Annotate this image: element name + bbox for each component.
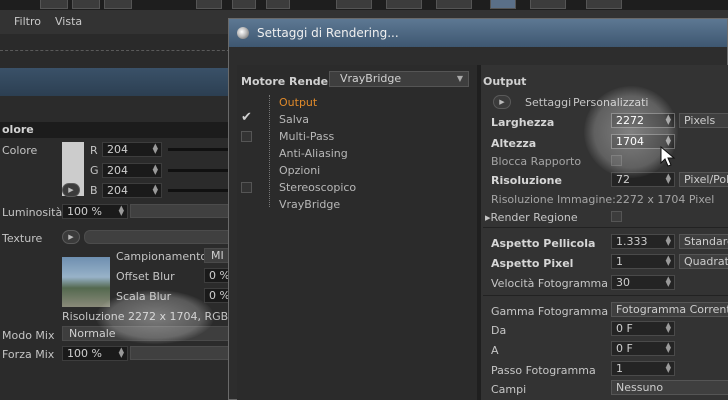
fields-select[interactable]: Nessuno xyxy=(611,380,728,395)
renderer-label: Motore Render xyxy=(241,75,334,88)
panel-grip[interactable] xyxy=(0,50,240,51)
section-title[interactable]: olore xyxy=(0,122,240,138)
dialog-titlebar[interactable]: Settaggi di Rendering... xyxy=(229,19,727,47)
b-field[interactable]: 204 ▲ ▼ xyxy=(102,183,162,198)
mix-mode-label: Modo Mix xyxy=(2,329,55,342)
tree-item-multipass[interactable]: Multi-Pass xyxy=(279,130,334,143)
tree-item-vraybridge[interactable]: VrayBridge xyxy=(279,198,340,211)
brightness-field[interactable]: 100 % ▲ ▼ xyxy=(62,204,128,219)
r-field[interactable]: 204 ▲ ▼ xyxy=(102,142,162,157)
film-aspect-select[interactable]: Standard xyxy=(679,234,728,249)
tree-item-stereoscopico[interactable]: Stereoscopico xyxy=(279,181,356,194)
render-settings-dialog: Settaggi di Rendering... Motore Render V… xyxy=(228,18,728,400)
output-header: Output xyxy=(483,75,527,88)
lock-ratio-checkbox[interactable] xyxy=(611,155,622,166)
divider xyxy=(483,227,728,228)
texture-label: Texture xyxy=(2,232,43,245)
toolbar-button[interactable] xyxy=(436,0,472,9)
texture-field[interactable] xyxy=(84,230,240,244)
width-label: Larghezza xyxy=(491,116,555,129)
g-label: G xyxy=(90,164,99,177)
mix-mode-select[interactable]: Normale xyxy=(62,326,240,341)
preset-menu-icon[interactable]: ▶ xyxy=(493,95,511,109)
offset-blur-label: Offset Blur xyxy=(116,270,175,283)
menu-vista[interactable]: Vista xyxy=(55,15,82,28)
image-resolution-label: Risoluzione Immagine:2272 x 1704 Pixel xyxy=(491,193,715,206)
to-label: A xyxy=(491,344,499,357)
frame-range-label: Gamma Fotogramma xyxy=(491,305,609,318)
tree-checkbox-stereo[interactable] xyxy=(241,182,252,193)
toolbar-button[interactable] xyxy=(266,0,290,9)
top-toolbar xyxy=(0,0,728,10)
frame-step-label: Passo Fotogramma xyxy=(491,364,596,377)
dialog-title: Settaggi di Rendering... xyxy=(257,26,399,40)
menu-filtro[interactable]: Filtro xyxy=(14,15,41,28)
scale-blur-label: Scala Blur xyxy=(116,290,172,303)
to-field[interactable]: 0 F ▲ ▼ xyxy=(611,341,675,356)
frame-rate-field[interactable]: 30 ▲ ▼ xyxy=(611,275,675,290)
tree-item-output[interactable]: Output xyxy=(279,96,317,109)
fields-label: Campi xyxy=(491,383,527,396)
preset-value[interactable]: Personalizzati xyxy=(573,96,648,109)
toolbar-button-active[interactable] xyxy=(490,0,516,9)
texture-thumbnail xyxy=(62,257,110,307)
texture-resolution-text: Risoluzione 2272 x 1704, RGB (8 xyxy=(62,310,243,323)
toolbar-button[interactable] xyxy=(336,0,372,9)
mouse-cursor-icon xyxy=(660,146,676,167)
mix-strength-field[interactable]: 100 % ▲ ▼ xyxy=(62,346,128,361)
tree-connector xyxy=(269,95,270,207)
app-icon xyxy=(237,27,249,39)
pixel-aspect-field[interactable]: 1 ▲ ▼ xyxy=(611,254,675,269)
from-label: Da xyxy=(491,324,507,337)
divider xyxy=(483,295,728,296)
lock-ratio-label: Blocca Rapporto xyxy=(491,155,582,168)
toolbar-button[interactable] xyxy=(40,0,68,9)
resolution-label: Risoluzione xyxy=(491,174,562,187)
toolbar-button[interactable] xyxy=(196,0,222,9)
tree-item-antialiasing[interactable]: Anti-Aliasing xyxy=(279,147,348,160)
frame-rate-label: Velocità Fotogramma xyxy=(491,277,609,290)
settings-tree-panel xyxy=(237,65,477,400)
g-field[interactable]: 204 ▲ ▼ xyxy=(102,163,162,178)
toolbar-button[interactable] xyxy=(232,0,256,9)
resolution-field[interactable]: 72 ▲ ▼ xyxy=(611,172,675,187)
toolbar-button[interactable] xyxy=(530,0,566,9)
pixel-aspect-select[interactable]: Quadrat xyxy=(679,254,728,269)
height-label: Altezza xyxy=(491,137,537,150)
resolution-unit-select[interactable]: Pixel/Pol xyxy=(679,172,728,187)
preset-label: Settaggi xyxy=(525,96,572,109)
frame-step-field[interactable]: 1 ▲ ▼ xyxy=(611,361,675,376)
tree-item-opzioni[interactable]: Opzioni xyxy=(279,164,320,177)
film-aspect-label: Aspetto Pellicola xyxy=(491,237,596,250)
width-field[interactable]: 2272 ▲ ▼ xyxy=(611,113,675,128)
panel-header-bar xyxy=(0,68,240,96)
brightness-slider[interactable] xyxy=(130,204,240,218)
film-aspect-field[interactable]: 1.333 ▲ ▼ xyxy=(611,234,675,249)
mix-strength-label: Forza Mix xyxy=(2,348,55,361)
toolbar-button[interactable] xyxy=(386,0,422,9)
toolbar-button[interactable] xyxy=(586,0,622,9)
toolbar-button[interactable] xyxy=(104,0,132,9)
expand-icon[interactable]: ▶ xyxy=(62,183,80,197)
b-label: B xyxy=(90,184,98,197)
color-label: Colore xyxy=(2,144,38,157)
toolbar-button[interactable] xyxy=(72,0,100,9)
pixel-aspect-label: Aspetto Pixel xyxy=(491,257,574,270)
brightness-label: Luminosità xyxy=(2,206,63,219)
from-field[interactable]: 0 F ▲ ▼ xyxy=(611,321,675,336)
mix-strength-slider[interactable] xyxy=(130,346,240,360)
render-region-checkbox[interactable] xyxy=(611,211,622,222)
renderer-select[interactable]: VrayBridge ▼ xyxy=(329,71,469,87)
frame-range-select[interactable]: Fotogramma Corrente xyxy=(611,302,728,317)
check-icon[interactable]: ✔ xyxy=(241,110,252,125)
tree-checkbox-multipass[interactable] xyxy=(241,131,252,142)
dropdown-arrow-icon: ▼ xyxy=(456,74,463,83)
texture-menu-icon[interactable]: ▶ xyxy=(62,230,80,244)
r-label: R xyxy=(90,144,98,157)
sampling-label: Campionamento xyxy=(116,250,208,263)
render-region-label: ▸Render Regione xyxy=(485,211,578,224)
width-unit-select[interactable]: Pixels xyxy=(679,113,728,128)
tree-item-salva[interactable]: Salva xyxy=(279,113,309,126)
